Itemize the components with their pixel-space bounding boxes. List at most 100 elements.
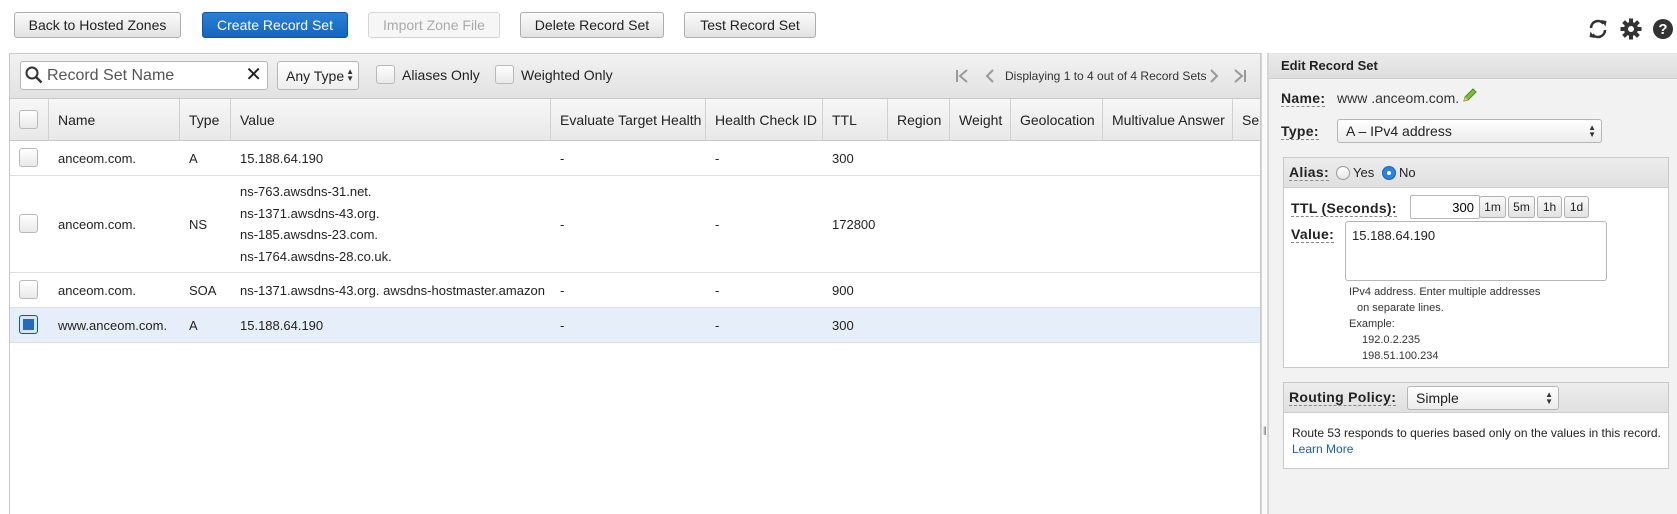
first-page-icon[interactable] [954,66,972,86]
edit-pencil-icon[interactable] [1462,87,1478,106]
ttl-input[interactable] [1410,195,1480,219]
ttl-1m-button[interactable]: 1m [1479,196,1506,218]
previous-page-icon[interactable] [981,66,999,86]
back-to-hosted-zones-button[interactable]: Back to Hosted Zones [14,12,181,38]
table-row[interactable]: anceom.com. NS ns-763.awsdns-31.net. ns-… [10,176,1260,273]
value-hint-line: 198.51.100.234 [1362,350,1439,362]
cell-value: 15.188.64.190 [240,150,324,166]
record-set-search[interactable]: ✕ [20,61,268,90]
help-icon[interactable]: ? [1651,17,1675,41]
select-arrows-icon: ▲ ▼ [346,67,354,83]
column-header-multivalue-answer[interactable]: Multivalue Answer [1103,99,1233,141]
cell-evaluate-target-health: - [560,216,565,232]
column-header-weight[interactable]: Weight [950,99,1011,141]
routing-description-text: Route 53 responds to queries based only … [1292,426,1661,440]
table-row[interactable]: anceom.com. A 15.188.64.190 - - 300 [10,141,1260,176]
select-all-checkbox[interactable] [19,110,38,129]
record-type-select[interactable]: A – IPv4 address ▲ ▼ [1337,119,1602,143]
alias-label: Alias: [1289,164,1329,181]
column-header-region[interactable]: Region [888,99,950,141]
column-header-evaluate-target-health[interactable]: Evaluate Target Health [551,99,706,141]
cell-health-check-id: - [715,317,720,333]
value-hint-line: 192.0.2.235 [1362,334,1421,346]
import-zone-file-button[interactable]: Import Zone File [368,12,500,38]
cell-value-line: ns-185.awsdns-23.com. [240,227,379,242]
weighted-only-checkbox[interactable]: Weighted Only [495,65,613,84]
search-input[interactable] [45,64,241,88]
cell-ttl: 300 [832,150,854,166]
row-select-cell [10,273,49,307]
column-header-type[interactable]: Type [180,99,231,141]
cell-health-check-id: - [715,150,720,166]
alias-row: Alias: Yes No [1284,158,1668,188]
alias-yes-radio[interactable] [1336,166,1350,180]
ttl-1d-button[interactable]: 1d [1564,196,1589,218]
cell-health-check-id: - [715,216,720,232]
value-textarea[interactable]: 15.188.64.190 [1345,221,1607,281]
record-type-value: A – IPv4 address [1346,123,1452,139]
row-checkbox-checked[interactable] [19,315,38,334]
cell-ttl: 300 [832,317,854,333]
edit-record-set-panel: Edit Record Set Name: www .anceom.com. T… [1268,53,1677,514]
type-filter-value: Any Type [286,67,345,84]
cell-evaluate-target-health: - [560,282,565,298]
panel-splitter[interactable]: || [1261,53,1268,514]
name-value: www .anceom.com. [1337,90,1460,106]
column-header-value[interactable]: Value [231,99,551,141]
weighted-only-box[interactable] [495,65,514,84]
aliases-only-box[interactable] [376,65,395,84]
test-record-set-button[interactable]: Test Record Set [684,12,816,38]
routing-description: Route 53 responds to queries based only … [1292,425,1666,457]
value-hint-line: Example: [1349,318,1395,330]
svg-text:?: ? [1658,21,1667,38]
column-header-name[interactable]: Name [49,99,180,141]
row-checkbox[interactable] [19,280,38,299]
row-checkbox[interactable] [19,214,38,233]
next-page-icon[interactable] [1205,66,1223,86]
record-set-grid: ✕ Any Type ▲▼ Aliases Only Weighted Only… [9,53,1261,514]
ttl-5m-button[interactable]: 5m [1508,196,1535,218]
gear-icon[interactable] [1619,17,1643,41]
column-header-geolocation[interactable]: Geolocation [1011,99,1103,141]
edit-panel-title: Edit Record Set [1269,53,1677,79]
table-row-selected[interactable]: www.anceom.com. A 15.188.64.190 - - 300 [10,308,1260,343]
cell-type: NS [189,216,208,232]
column-header-health-check-id[interactable]: Health Check ID [706,99,823,141]
ttl-label: TTL (Seconds): [1291,200,1397,217]
select-arrows-icon: ▲ ▼ [1588,123,1596,139]
toolbar: Back to Hosted Zones Create Record Set I… [0,0,1677,48]
row-select-cell [10,308,49,342]
aliases-only-label: Aliases Only [402,66,480,83]
search-icon [25,66,43,87]
splitter-grip-icon[interactable]: || [1263,425,1267,435]
aliases-only-checkbox[interactable]: Aliases Only [376,65,480,84]
value-hint-line: IPv4 address. Enter multiple addresses [1349,286,1541,298]
value-label: Value: [1291,226,1335,243]
name-label: Name: [1281,90,1326,107]
learn-more-link[interactable]: Learn More [1292,442,1353,456]
last-page-icon[interactable] [1230,66,1248,86]
refresh-icon[interactable] [1586,17,1610,41]
clear-search-icon[interactable]: ✕ [245,65,262,85]
alias-no-radio[interactable] [1382,166,1396,180]
record-details-box: Alias: Yes No TTL (Seconds): 1m 5m 1h 1d… [1283,157,1669,368]
type-filter-select[interactable]: Any Type ▲ ▼ [277,61,359,90]
routing-policy-select[interactable]: Simple ▲ ▼ [1407,386,1559,410]
cell-name: anceom.com. [58,282,137,298]
delete-record-set-button[interactable]: Delete Record Set [520,12,664,38]
cell-name: anceom.com. [58,216,137,232]
cell-value: ns-763.awsdns-31.net. ns-1371.awsdns-43.… [231,176,551,272]
cell-value: ns-1371.awsdns-43.org. awsdns-hostmaster… [240,282,545,298]
weighted-only-label: Weighted Only [521,66,613,83]
table-row[interactable]: anceom.com. SOA ns-1371.awsdns-43.org. a… [10,273,1260,308]
create-record-set-button[interactable]: Create Record Set [202,12,348,38]
column-header-set-id[interactable]: Se [1233,99,1260,141]
row-checkbox[interactable] [19,148,38,167]
ttl-1h-button[interactable]: 1h [1537,196,1562,218]
column-header-ttl[interactable]: TTL [823,99,888,141]
select-all-cell [10,99,49,141]
type-label: Type: [1281,123,1319,140]
row-select-cell [10,176,49,272]
cell-evaluate-target-health: - [560,317,565,333]
select-arrows-icon: ▲ ▼ [1545,390,1553,406]
